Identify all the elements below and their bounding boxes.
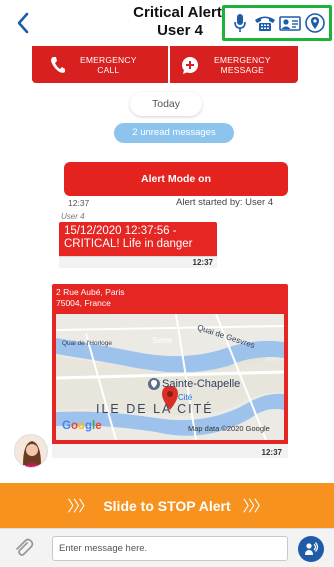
google-logo: Google [62,420,102,432]
message-sender: User 4 [61,212,85,221]
location-time: 12:37 [261,448,282,457]
emergency-call-label-2: CALL [97,64,120,75]
message-text: 15/12/2020 12:37:56 - CRITICAL! Life in … [64,225,193,250]
avatar[interactable] [14,434,48,468]
map-label-seine: Seine [152,336,173,345]
map-attribution: Map data ©2020 Google [188,424,270,433]
alert-started-by: Alert started by: User 4 [176,197,274,208]
chat-plus-icon [178,53,202,77]
message-time: 12:37 [192,258,213,267]
emergency-message-button[interactable]: EMERGENCY MESSAGE [170,46,298,83]
header: Critical Alert! User 4 [0,0,334,46]
map-label-ile-de-la-cite: ILE DE LA CITÉ [96,402,214,416]
map-label-quai-horloge: Quai de l'Horloge [62,340,113,347]
location-pin-icon[interactable] [304,12,326,34]
back-button[interactable] [10,8,36,38]
voice-input-button[interactable] [298,536,324,562]
date-separator: Today [130,92,202,116]
critical-message-bubble[interactable]: 15/12/2020 12:37:56 - CRITICAL! Life in … [59,222,217,268]
chevron-left-icon [17,12,29,34]
map-view[interactable]: Seine Quai de Gesvres Quai de l'Horloge … [56,314,284,440]
location-footer [52,444,288,458]
unread-badge: 2 unread messages [114,123,234,143]
location-address: 2 Rue Aubé, Paris 75004, France [56,287,125,308]
telephone-icon[interactable] [254,12,276,34]
phone-icon [46,53,70,77]
microphone-icon[interactable] [229,12,251,34]
chevrons-left: 〉〉〉 [67,498,93,515]
alert-time: 12:37 [68,198,90,208]
emergency-call-button[interactable]: EMERGENCY CALL [32,46,168,83]
location-message-card[interactable]: 2 Rue Aubé, Paris 75004, France Seine Qu… [52,284,288,458]
emergency-message-label-2: MESSAGE [220,64,265,75]
address-line-2: 75004, France [56,297,111,308]
contact-card-icon[interactable] [278,12,301,34]
slide-label: Slide to STOP Alert [103,497,231,514]
alert-mode-banner: Alert Mode on [64,162,288,196]
slide-to-stop-alert[interactable]: 〉〉〉 Slide to STOP Alert 〉〉〉 [0,483,334,528]
emergency-message-label-1: EMERGENCY [214,54,271,65]
map-label-sainte-chapelle: Sainte-Chapelle [162,378,241,390]
address-line-1: 2 Rue Aubé, Paris [56,287,125,297]
header-actions [222,5,332,41]
attachment-icon[interactable] [12,537,34,559]
message-input-bar [0,528,334,567]
emergency-call-label-1: EMERGENCY [80,54,137,65]
chevrons-right: 〉〉〉 [242,498,269,515]
speaker-icon [305,542,319,555]
message-input[interactable] [52,536,288,561]
map-label-cite: Cité [178,393,193,402]
